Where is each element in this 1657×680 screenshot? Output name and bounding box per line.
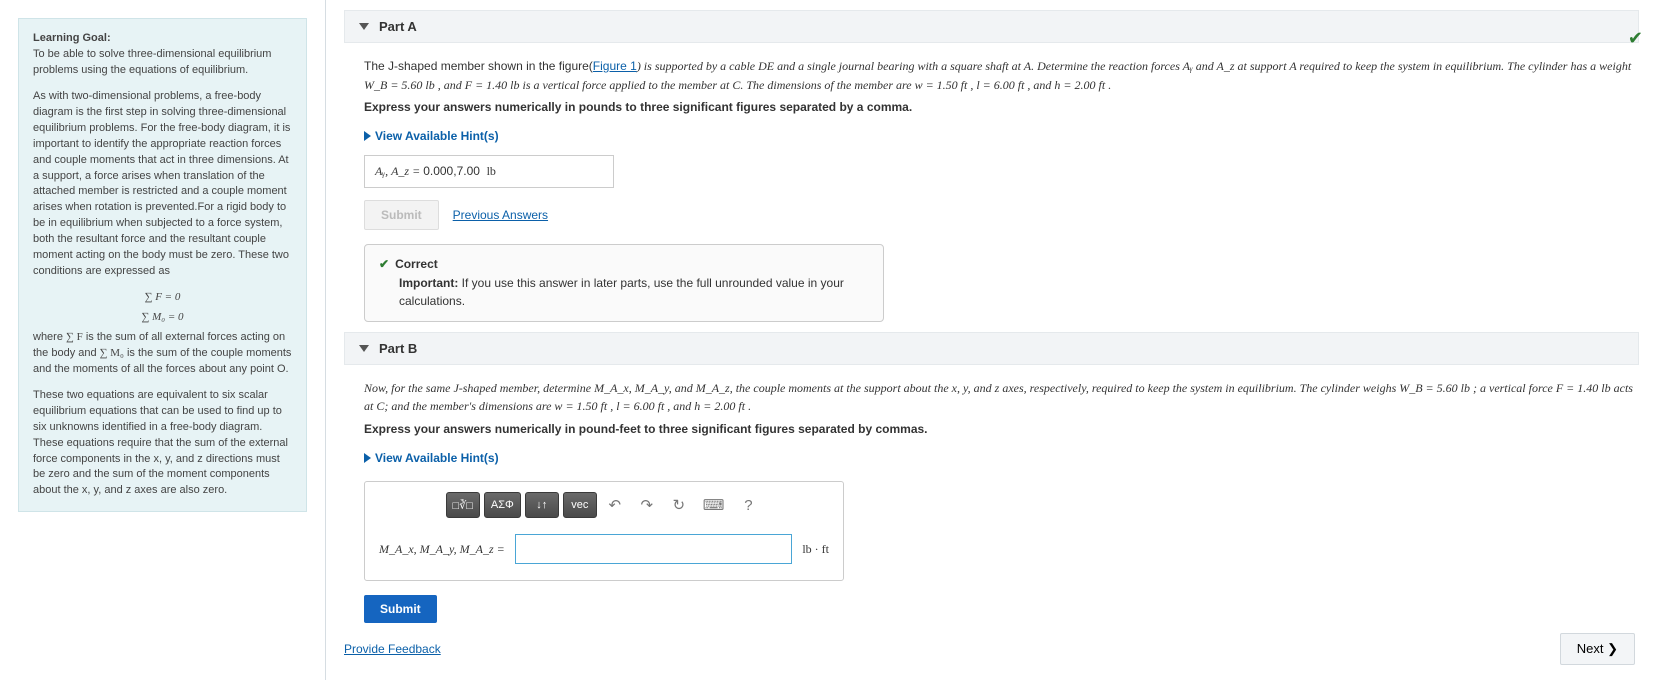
- part-b-answer-unit: lb · ft: [802, 540, 829, 559]
- figure-link[interactable]: Figure 1: [593, 59, 637, 73]
- part-b-title: Part B: [379, 341, 417, 356]
- part-b-submit-button[interactable]: Submit: [364, 595, 437, 623]
- equation-sum-m: ∑ M₀ = 0: [33, 310, 292, 326]
- help-button[interactable]: ?: [734, 492, 762, 518]
- footer-row: Provide Feedback Next ❯: [344, 633, 1639, 665]
- previous-answers-link[interactable]: Previous Answers: [453, 206, 548, 225]
- equation-sum-f: ∑ F = 0: [33, 290, 292, 306]
- intro-paragraph-1: As with two-dimensional problems, a free…: [33, 89, 292, 280]
- part-b-header[interactable]: Part B: [344, 332, 1639, 365]
- correct-label: Correct: [395, 257, 438, 271]
- learning-goal-text: To be able to solve three-dimensional eq…: [33, 48, 271, 76]
- part-b-answer-pad: □∛□ ΑΣΦ ↓↑ vec ↶ ↷ ↻ ⌨ ? M_A_x, M_A_y, M…: [364, 481, 844, 581]
- check-icon: ✔: [1628, 28, 1643, 49]
- learning-goal-label: Learning Goal:: [33, 32, 111, 44]
- provide-feedback-link[interactable]: Provide Feedback: [344, 642, 441, 656]
- part-a-hints-toggle[interactable]: View Available Hint(s): [364, 127, 499, 146]
- chevron-right-icon: [364, 131, 371, 141]
- reset-button[interactable]: ↻: [665, 492, 693, 518]
- part-a-buttons: Submit Previous Answers: [364, 200, 1639, 230]
- main-content: Part A ✔ The J-shaped member shown in th…: [325, 0, 1657, 680]
- next-button[interactable]: Next ❯: [1560, 633, 1635, 665]
- part-a-prompt: The J-shaped member shown in the figure(…: [364, 57, 1639, 94]
- chevron-right-icon: [364, 453, 371, 463]
- part-a-feedback-box: ✔Correct Important: If you use this answ…: [364, 244, 884, 322]
- collapse-icon: [359, 23, 369, 30]
- templates-button[interactable]: □∛□: [446, 492, 480, 518]
- part-a-answer-display: Aᵧ, A_z = 0.000,7.00 lb: [364, 155, 614, 188]
- part-a-header[interactable]: Part A: [344, 10, 1639, 43]
- vec-button[interactable]: vec: [563, 492, 597, 518]
- part-a-title: Part A: [379, 19, 417, 34]
- intro-paragraph-2: where ∑ F is the sum of all external for…: [33, 330, 292, 378]
- check-icon: ✔: [379, 257, 389, 271]
- redo-button[interactable]: ↷: [633, 492, 661, 518]
- undo-button[interactable]: ↶: [601, 492, 629, 518]
- part-b-instruction: Express your answers numerically in poun…: [364, 422, 928, 436]
- equation-toolbar: □∛□ ΑΣΦ ↓↑ vec ↶ ↷ ↻ ⌨ ?: [379, 492, 829, 518]
- scripts-button[interactable]: ↓↑: [525, 492, 559, 518]
- learning-goal-box: Learning Goal: To be able to solve three…: [18, 18, 307, 512]
- part-a-submit-button: Submit: [364, 200, 439, 230]
- part-a-body: The J-shaped member shown in the figure(…: [344, 57, 1639, 322]
- intro-paragraph-3: These two equations are equivalent to si…: [33, 388, 292, 500]
- part-b-answer-label: M_A_x, M_A_y, M_A_z =: [379, 542, 505, 556]
- greek-button[interactable]: ΑΣΦ: [484, 492, 521, 518]
- keyboard-button[interactable]: ⌨: [697, 492, 731, 518]
- part-b-hints-toggle[interactable]: View Available Hint(s): [364, 449, 499, 468]
- learning-goal-panel: Learning Goal: To be able to solve three…: [0, 0, 325, 680]
- part-b-answer-input[interactable]: [515, 534, 793, 564]
- part-b-body: Now, for the same J-shaped member, deter…: [344, 379, 1639, 623]
- collapse-icon: [359, 345, 369, 352]
- part-b-prompt: Now, for the same J-shaped member, deter…: [364, 379, 1639, 416]
- part-a-instruction: Express your answers numerically in poun…: [364, 100, 912, 114]
